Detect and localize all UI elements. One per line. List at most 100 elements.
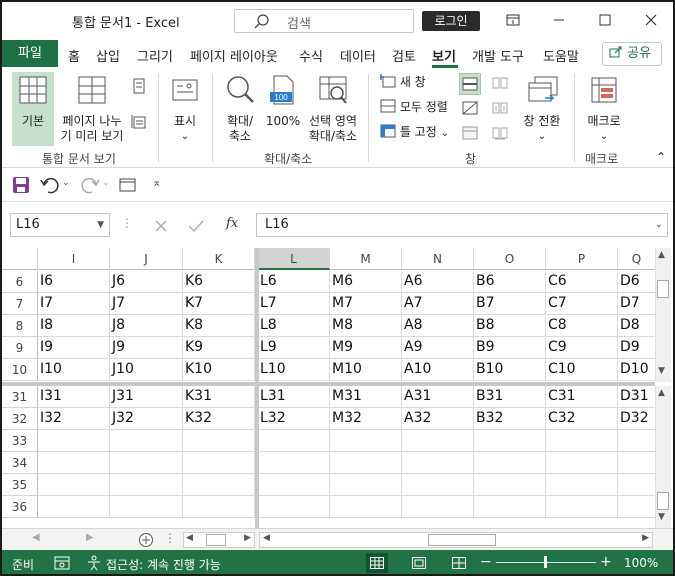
vertical-pane-splitter[interactable] (255, 248, 259, 528)
cell[interactable]: D8 (618, 315, 656, 337)
unhide-button[interactable] (459, 123, 481, 144)
cell[interactable] (258, 452, 330, 474)
share-button[interactable]: 공유 (602, 42, 662, 66)
new-window-button[interactable]: 새 창 (378, 74, 426, 90)
search-box[interactable]: 검색 (234, 9, 414, 33)
cell[interactable] (546, 496, 618, 518)
customize-qat-icon[interactable]: ⌅ (152, 176, 161, 189)
column-header-n[interactable]: N (402, 248, 474, 270)
cell[interactable]: K6 (183, 271, 255, 293)
tab-split-grip-icon[interactable]: ⋮ (164, 531, 176, 545)
cell[interactable] (402, 496, 474, 518)
ribbon-display-options-button[interactable] (498, 8, 528, 32)
expand-formula-bar-icon[interactable]: ⌄ (655, 214, 663, 236)
tab-review[interactable]: 검토 (392, 46, 416, 65)
cancel-entry-icon[interactable] (154, 219, 168, 233)
row-header-8[interactable]: 8 (2, 315, 38, 337)
row-header-7[interactable]: 7 (2, 293, 38, 315)
scroll-right-arrow-icon[interactable]: ▶ (244, 533, 251, 543)
zoom-in-icon[interactable]: + (600, 554, 612, 570)
row-header-32[interactable]: 32 (2, 408, 38, 430)
tab-file[interactable]: 파일 (2, 40, 58, 67)
cell[interactable]: K32 (183, 408, 255, 430)
tab-help[interactable]: 도움말 (543, 46, 579, 65)
arrange-all-button[interactable]: 모두 정렬 (380, 99, 448, 115)
select-all-corner[interactable] (2, 248, 38, 270)
cell[interactable]: D10 (618, 359, 656, 381)
cell[interactable]: B10 (474, 359, 546, 381)
cell[interactable] (618, 496, 656, 518)
cell[interactable] (183, 452, 255, 474)
cell[interactable]: M31 (330, 386, 402, 408)
row-header-35[interactable]: 35 (2, 474, 38, 496)
cell[interactable]: D7 (618, 293, 656, 315)
cell[interactable]: J7 (110, 293, 183, 315)
cell[interactable]: L32 (258, 408, 330, 430)
cell[interactable]: I31 (38, 386, 110, 408)
cell[interactable] (474, 430, 546, 452)
cell[interactable]: C32 (546, 408, 618, 430)
cell[interactable] (110, 496, 183, 518)
cell[interactable]: K31 (183, 386, 255, 408)
zoom-out-icon[interactable]: − (480, 554, 492, 570)
page-break-status-icon[interactable] (452, 557, 466, 569)
column-header-l[interactable]: L (258, 248, 330, 270)
cell[interactable]: I7 (38, 293, 110, 315)
cell[interactable] (474, 452, 546, 474)
row-header-10[interactable]: 10 (2, 359, 38, 381)
cell[interactable]: L31 (258, 386, 330, 408)
cell[interactable]: M7 (330, 293, 402, 315)
vertical-scrollbar-bottom[interactable]: ▲ ▼ (655, 386, 671, 528)
column-header-k[interactable]: K (183, 248, 255, 270)
cell[interactable]: C31 (546, 386, 618, 408)
cell[interactable]: D6 (618, 271, 656, 293)
undo-icon[interactable] (40, 176, 60, 194)
row-header-33[interactable]: 33 (2, 430, 38, 452)
cell[interactable]: J31 (110, 386, 183, 408)
login-button[interactable]: 로그인 (422, 11, 480, 31)
vertical-scroll-thumb[interactable] (657, 492, 669, 510)
synchronous-scrolling-button[interactable] (490, 101, 510, 119)
tab-draw[interactable]: 그리기 (137, 46, 173, 65)
scroll-left-arrow-icon[interactable]: ◀ (186, 533, 193, 543)
cell[interactable]: K10 (183, 359, 255, 381)
redo-icon[interactable] (80, 176, 100, 194)
cell[interactable] (618, 452, 656, 474)
cell[interactable]: M32 (330, 408, 402, 430)
cell[interactable]: I32 (38, 408, 110, 430)
save-icon[interactable] (12, 176, 30, 194)
cell[interactable]: B9 (474, 337, 546, 359)
tab-data[interactable]: 데이터 (340, 46, 376, 65)
cell[interactable]: C8 (546, 315, 618, 337)
zoom-to-selection-button[interactable]: 선택 영역 확대/축소 (304, 72, 362, 144)
zoom-100-button[interactable]: 100 100% (264, 72, 302, 129)
cell[interactable]: D32 (618, 408, 656, 430)
zoom-button[interactable]: 확대/ 축소 (220, 72, 260, 144)
cell[interactable] (183, 430, 255, 452)
page-break-preview-button[interactable]: 페이지 나누 기 미리 보기 (58, 72, 126, 144)
cell[interactable]: A6 (402, 271, 474, 293)
split-button[interactable] (459, 73, 481, 95)
page-layout-status-icon[interactable] (412, 557, 426, 569)
cell[interactable]: A9 (402, 337, 474, 359)
cell[interactable]: I8 (38, 315, 110, 337)
cell[interactable] (330, 430, 402, 452)
column-header-p[interactable]: P (546, 248, 618, 270)
cell[interactable]: L10 (258, 359, 330, 381)
cell[interactable] (110, 430, 183, 452)
cell[interactable]: A10 (402, 359, 474, 381)
horizontal-scrollbar-right[interactable]: ◀ ▶ (259, 532, 653, 548)
cell[interactable]: D9 (618, 337, 656, 359)
tab-developer[interactable]: 개발 도구 (472, 46, 524, 65)
cell[interactable]: J6 (110, 271, 183, 293)
row-header-9[interactable]: 9 (2, 337, 38, 359)
cell[interactable]: I10 (38, 359, 110, 381)
cell[interactable] (110, 474, 183, 496)
show-button[interactable]: 표시 ⌄ (165, 72, 205, 144)
name-box-dropdown-icon[interactable]: ▼ (97, 214, 104, 236)
status-zoom-level[interactable]: 100% (624, 556, 658, 570)
cell[interactable]: B32 (474, 408, 546, 430)
row-header-6[interactable]: 6 (2, 271, 38, 293)
cell[interactable] (183, 474, 255, 496)
formula-input[interactable]: L16 ⌄ (256, 213, 668, 237)
